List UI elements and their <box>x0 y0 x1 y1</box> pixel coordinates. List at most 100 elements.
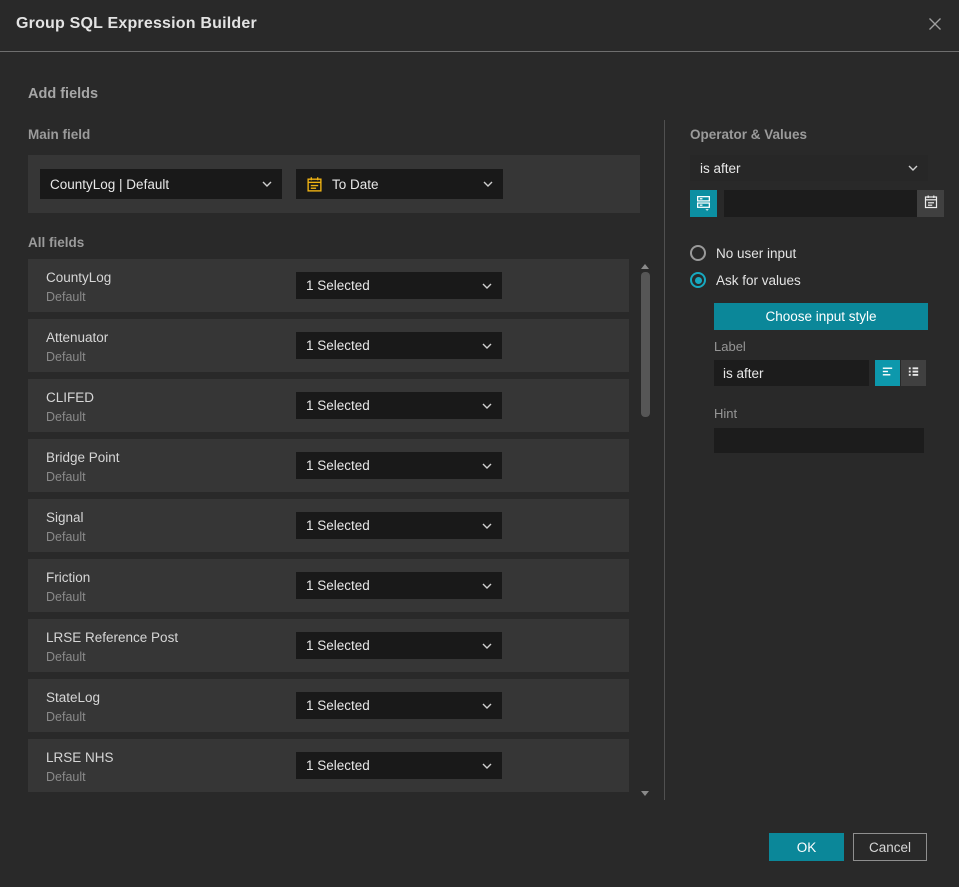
list-icon <box>906 364 921 382</box>
chevron-down-icon <box>482 643 492 649</box>
field-name: Friction <box>46 570 91 585</box>
field-name: StateLog <box>46 690 101 705</box>
chevron-down-icon <box>482 583 492 589</box>
cancel-button[interactable]: Cancel <box>853 833 927 861</box>
field-row: LRSE NHS Default 1 Selected <box>28 739 629 792</box>
hint-caption: Hint <box>714 406 738 421</box>
field-selection-dropdown[interactable]: 1 Selected <box>296 452 502 479</box>
field-row: CLIFED Default 1 Selected <box>28 379 629 432</box>
ok-button[interactable]: OK <box>769 833 844 861</box>
chevron-down-icon <box>482 463 492 469</box>
field-name: LRSE NHS <box>46 750 114 765</box>
all-fields-list: CountyLog Default 1 Selected Attenuator … <box>28 259 629 799</box>
add-fields-heading: Add fields <box>28 86 99 102</box>
main-field-label: Main field <box>28 127 91 142</box>
field-subtitle: Default <box>46 650 86 664</box>
list-values-input-button[interactable] <box>901 360 926 386</box>
fields-list-scrollbar[interactable] <box>641 262 650 798</box>
radio-ask-for-values-label: Ask for values <box>716 272 801 288</box>
field-row: Friction Default 1 Selected <box>28 559 629 612</box>
field-row: Bridge Point Default 1 Selected <box>28 439 629 492</box>
label-row <box>714 360 928 386</box>
chevron-down-icon <box>482 703 492 709</box>
scrollbar-thumb[interactable] <box>641 272 650 417</box>
field-subtitle: Default <box>46 290 86 304</box>
chevron-down-icon <box>483 181 493 187</box>
field-selection-dropdown-label: 1 Selected <box>306 578 370 593</box>
chevron-down-icon <box>482 403 492 409</box>
radio-ask-for-values[interactable]: Ask for values <box>690 272 801 288</box>
chevron-down-icon <box>482 523 492 529</box>
field-selection-dropdown-label: 1 Selected <box>306 698 370 713</box>
field-selection-dropdown[interactable]: 1 Selected <box>296 512 502 539</box>
all-fields-label: All fields <box>28 235 85 250</box>
field-row: StateLog Default 1 Selected <box>28 679 629 732</box>
field-selection-dropdown-label: 1 Selected <box>306 758 370 773</box>
single-value-input-button[interactable] <box>875 360 900 386</box>
main-field-panel: CountyLog | Default To Date <box>28 155 640 213</box>
field-name: CLIFED <box>46 390 95 405</box>
value-type-button[interactable] <box>690 190 717 217</box>
date-field-dropdown[interactable]: To Date <box>296 169 503 199</box>
field-name: Bridge Point <box>46 450 120 465</box>
field-name: Attenuator <box>46 330 109 345</box>
scroll-down-arrow-icon[interactable] <box>641 791 649 796</box>
value-row <box>690 190 944 217</box>
value-date-picker-button[interactable] <box>917 190 944 217</box>
radio-circle-icon <box>690 245 706 261</box>
field-selection-dropdown[interactable]: 1 Selected <box>296 752 502 779</box>
align-left-icon <box>880 364 895 382</box>
choose-input-style-button[interactable]: Choose input style <box>714 303 928 330</box>
field-selection-dropdown[interactable]: 1 Selected <box>296 632 502 659</box>
dialog-title: Group SQL Expression Builder <box>16 15 257 32</box>
field-selection-dropdown-label: 1 Selected <box>306 278 370 293</box>
label-input[interactable] <box>714 360 869 386</box>
field-selection-dropdown-label: 1 Selected <box>306 338 370 353</box>
field-selection-dropdown-label: 1 Selected <box>306 638 370 653</box>
field-name: Signal <box>46 510 84 525</box>
main-field-dropdown[interactable]: CountyLog | Default <box>40 169 282 199</box>
radio-no-user-input-label: No user input <box>716 245 797 261</box>
field-subtitle: Default <box>46 530 86 544</box>
chevron-down-icon <box>482 343 492 349</box>
close-icon <box>925 14 945 39</box>
field-subtitle: Default <box>46 770 86 784</box>
chevron-down-icon <box>262 181 272 187</box>
field-selection-dropdown[interactable]: 1 Selected <box>296 272 502 299</box>
operator-dropdown[interactable]: is after <box>690 155 928 181</box>
field-selection-dropdown[interactable]: 1 Selected <box>296 392 502 419</box>
close-button[interactable] <box>924 15 946 37</box>
hint-input[interactable] <box>714 428 924 453</box>
main-field-dropdown-label: CountyLog | Default <box>50 176 170 192</box>
radio-circle-icon <box>690 272 706 288</box>
scroll-up-arrow-icon[interactable] <box>641 264 649 269</box>
field-name: CountyLog <box>46 270 112 285</box>
field-subtitle: Default <box>46 470 86 484</box>
field-subtitle: Default <box>46 410 86 424</box>
field-selection-dropdown[interactable]: 1 Selected <box>296 332 502 359</box>
value-type-stack-icon <box>695 194 712 214</box>
field-row: CountyLog Default 1 Selected <box>28 259 629 312</box>
value-input[interactable] <box>724 190 917 217</box>
field-selection-dropdown-label: 1 Selected <box>306 458 370 473</box>
title-bar: Group SQL Expression Builder <box>0 0 959 52</box>
field-row: Signal Default 1 Selected <box>28 499 629 552</box>
field-selection-dropdown[interactable]: 1 Selected <box>296 572 502 599</box>
chevron-down-icon <box>908 165 918 171</box>
ask-for-values-options: Choose input style Label is after Hint <box>714 303 928 453</box>
calendar-icon <box>306 176 323 193</box>
operator-values-heading: Operator & Values <box>690 127 808 142</box>
field-row: Attenuator Default 1 Selected <box>28 319 629 372</box>
operator-dropdown-label: is after <box>700 160 741 176</box>
field-name: LRSE Reference Post <box>46 630 179 645</box>
calendar-icon <box>923 194 939 213</box>
field-selection-dropdown-label: 1 Selected <box>306 518 370 533</box>
chevron-down-icon <box>482 763 492 769</box>
field-subtitle: Default <box>46 590 86 604</box>
field-selection-dropdown[interactable]: 1 Selected <box>296 692 502 719</box>
radio-no-user-input[interactable]: No user input <box>690 245 796 261</box>
field-selection-dropdown-label: 1 Selected <box>306 398 370 413</box>
field-subtitle: Default <box>46 350 86 364</box>
field-row: LRSE Reference Post Default 1 Selected <box>28 619 629 672</box>
field-subtitle: Default <box>46 710 86 724</box>
